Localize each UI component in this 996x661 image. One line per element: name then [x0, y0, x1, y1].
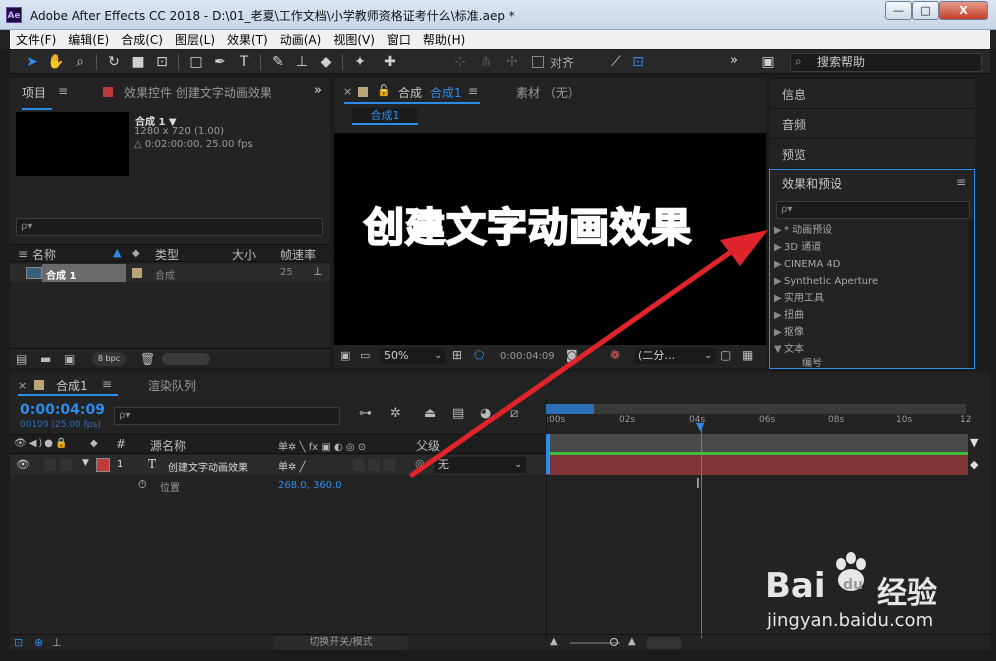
arrow-shaft	[409, 244, 741, 478]
baidu-watermark: Bai du 经验 jingyan.baidu.com	[755, 548, 985, 648]
watermark-url: jingyan.baidu.com	[767, 610, 934, 631]
watermark-cn: 经验	[877, 576, 937, 611]
arrow-head	[720, 230, 768, 266]
watermark-brand: Bai	[765, 566, 826, 606]
watermark-du: du	[843, 577, 863, 593]
